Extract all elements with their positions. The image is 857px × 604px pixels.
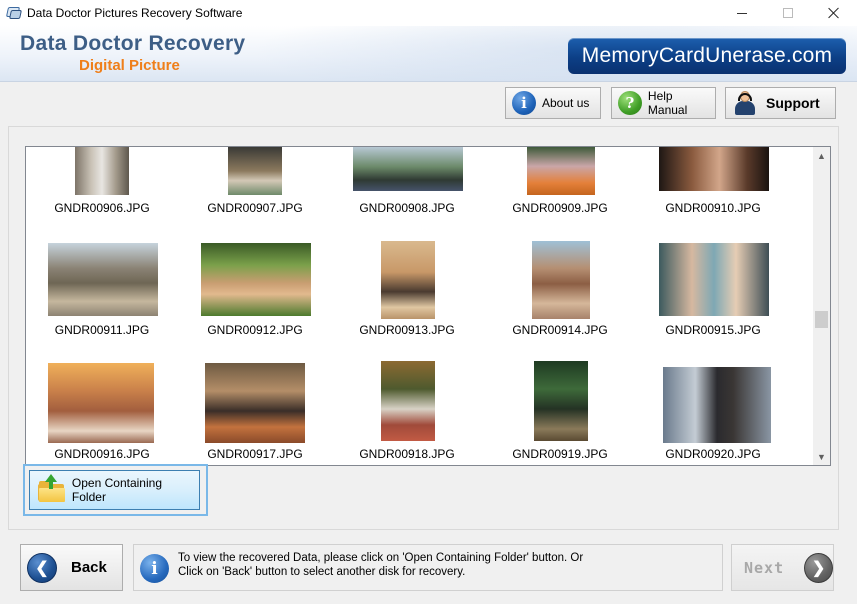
photo-item[interactable]: GNDR00918.JPG — [332, 361, 482, 461]
photo-item[interactable]: GNDR00915.JPG — [638, 241, 788, 341]
next-label: Next — [744, 558, 785, 577]
brand-title: Data Doctor Recovery — [20, 32, 246, 55]
app-icon — [5, 6, 22, 20]
open-folder-icon — [38, 474, 66, 502]
open-containing-folder-button[interactable]: Open Containing Folder — [29, 470, 200, 510]
photo-filename: GNDR00913.JPG — [359, 323, 455, 337]
photo-filename: GNDR00917.JPG — [207, 447, 303, 461]
back-arrow-icon: ❮ — [27, 552, 57, 583]
photo-filename: GNDR00910.JPG — [665, 201, 761, 215]
instruction-line-2: Click on 'Back' button to select another… — [178, 566, 466, 578]
maximize-button[interactable] — [765, 0, 811, 26]
photo-item[interactable]: GNDR00911.JPG — [27, 241, 177, 341]
minimize-icon — [737, 12, 747, 14]
photo-thumbnail — [659, 243, 769, 316]
photo-filename: GNDR00920.JPG — [665, 447, 761, 461]
photo-item[interactable]: GNDR00916.JPG — [27, 361, 177, 461]
info-icon: i — [140, 554, 169, 583]
photo-filename: GNDR00912.JPG — [207, 323, 303, 337]
back-button[interactable]: ❮ Back — [20, 544, 123, 591]
photo-thumbnail — [75, 147, 129, 195]
photo-thumbnail — [201, 243, 311, 316]
next-arrow-icon: ❯ — [804, 552, 833, 583]
photo-filename: GNDR00916.JPG — [54, 447, 150, 461]
photo-filename: GNDR00918.JPG — [359, 447, 455, 461]
photo-item[interactable]: GNDR00906.JPG — [27, 147, 177, 227]
scroll-up-arrow-icon[interactable]: ▲ — [813, 147, 830, 164]
instruction-panel: i To view the recovered Data, please cli… — [133, 544, 723, 591]
photo-thumbnail — [659, 147, 769, 191]
next-button[interactable]: Next ❯ — [731, 544, 834, 591]
brand-subtitle: Digital Picture — [79, 57, 180, 74]
scrollbar-thumb[interactable] — [815, 311, 828, 328]
photo-item[interactable]: GNDR00907.JPG — [180, 147, 330, 227]
scroll-down-arrow-icon[interactable]: ▼ — [813, 448, 830, 465]
photo-thumbnail — [48, 243, 158, 316]
about-us-button[interactable]: i About us — [505, 87, 601, 119]
photo-item[interactable]: GNDR00909.JPG — [485, 147, 635, 227]
close-icon — [828, 7, 840, 19]
photo-item[interactable]: GNDR00919.JPG — [485, 361, 635, 461]
info-icon: i — [512, 91, 536, 115]
thumbnail-grid: GNDR00906.JPG GNDR00907.JPG GNDR00908.JP… — [26, 147, 814, 465]
photo-thumbnail — [353, 147, 463, 191]
photo-thumbnail — [532, 241, 590, 319]
support-label: Support — [766, 95, 820, 111]
website-badge: MemoryCardUnerase.com — [568, 38, 846, 74]
photo-thumbnail — [48, 363, 154, 443]
about-us-label: About us — [542, 96, 590, 110]
photo-thumbnail — [381, 241, 435, 319]
window-title: Data Doctor Pictures Recovery Software — [27, 6, 243, 20]
window-controls — [719, 0, 857, 26]
open-containing-folder-label: Open Containing Folder — [71, 476, 162, 504]
photo-filename: GNDR00907.JPG — [207, 201, 303, 215]
photo-item[interactable]: GNDR00912.JPG — [180, 241, 330, 341]
support-button[interactable]: Support — [725, 87, 836, 119]
help-manual-button[interactable]: ? Help Manual — [611, 87, 716, 119]
photo-filename: GNDR00911.JPG — [54, 323, 150, 337]
question-icon: ? — [618, 91, 642, 115]
photo-item[interactable]: GNDR00913.JPG — [332, 241, 482, 341]
help-manual-label: Help Manual — [647, 89, 688, 117]
photo-item[interactable]: GNDR00917.JPG — [180, 361, 330, 461]
photo-item[interactable]: GNDR00910.JPG — [638, 147, 788, 227]
photo-filename: GNDR00915.JPG — [665, 323, 761, 337]
photo-filename: GNDR00909.JPG — [512, 201, 608, 215]
minimize-button[interactable] — [719, 0, 765, 26]
top-toolbar: i About us ? Help Manual Support — [0, 82, 857, 124]
recovered-photos-gallery[interactable]: GNDR00906.JPG GNDR00907.JPG GNDR00908.JP… — [25, 146, 831, 466]
title-bar: Data Doctor Pictures Recovery Software — [0, 0, 857, 26]
photo-thumbnail — [381, 361, 435, 441]
photo-item[interactable]: GNDR00908.JPG — [332, 147, 482, 227]
header-banner: Data Doctor Recovery Digital Picture Mem… — [0, 26, 857, 82]
photo-filename: GNDR00914.JPG — [512, 323, 608, 337]
photo-thumbnail — [534, 361, 588, 441]
photo-filename: GNDR00906.JPG — [54, 201, 150, 215]
photo-thumbnail — [228, 147, 282, 195]
gallery-scrollbar[interactable]: ▲ ▼ — [813, 147, 830, 465]
photo-filename: GNDR00908.JPG — [359, 201, 455, 215]
photo-thumbnail — [527, 147, 595, 195]
photo-filename: GNDR00919.JPG — [512, 447, 608, 461]
photo-thumbnail — [663, 367, 771, 443]
photo-item[interactable]: GNDR00914.JPG — [485, 241, 635, 341]
support-agent-icon — [734, 91, 756, 115]
photo-thumbnail — [205, 363, 305, 443]
maximize-icon — [783, 8, 793, 18]
back-label: Back — [71, 559, 107, 576]
instruction-line-1: To view the recovered Data, please click… — [178, 552, 584, 564]
close-button[interactable] — [811, 0, 857, 26]
photo-item[interactable]: GNDR00920.JPG — [638, 361, 788, 461]
